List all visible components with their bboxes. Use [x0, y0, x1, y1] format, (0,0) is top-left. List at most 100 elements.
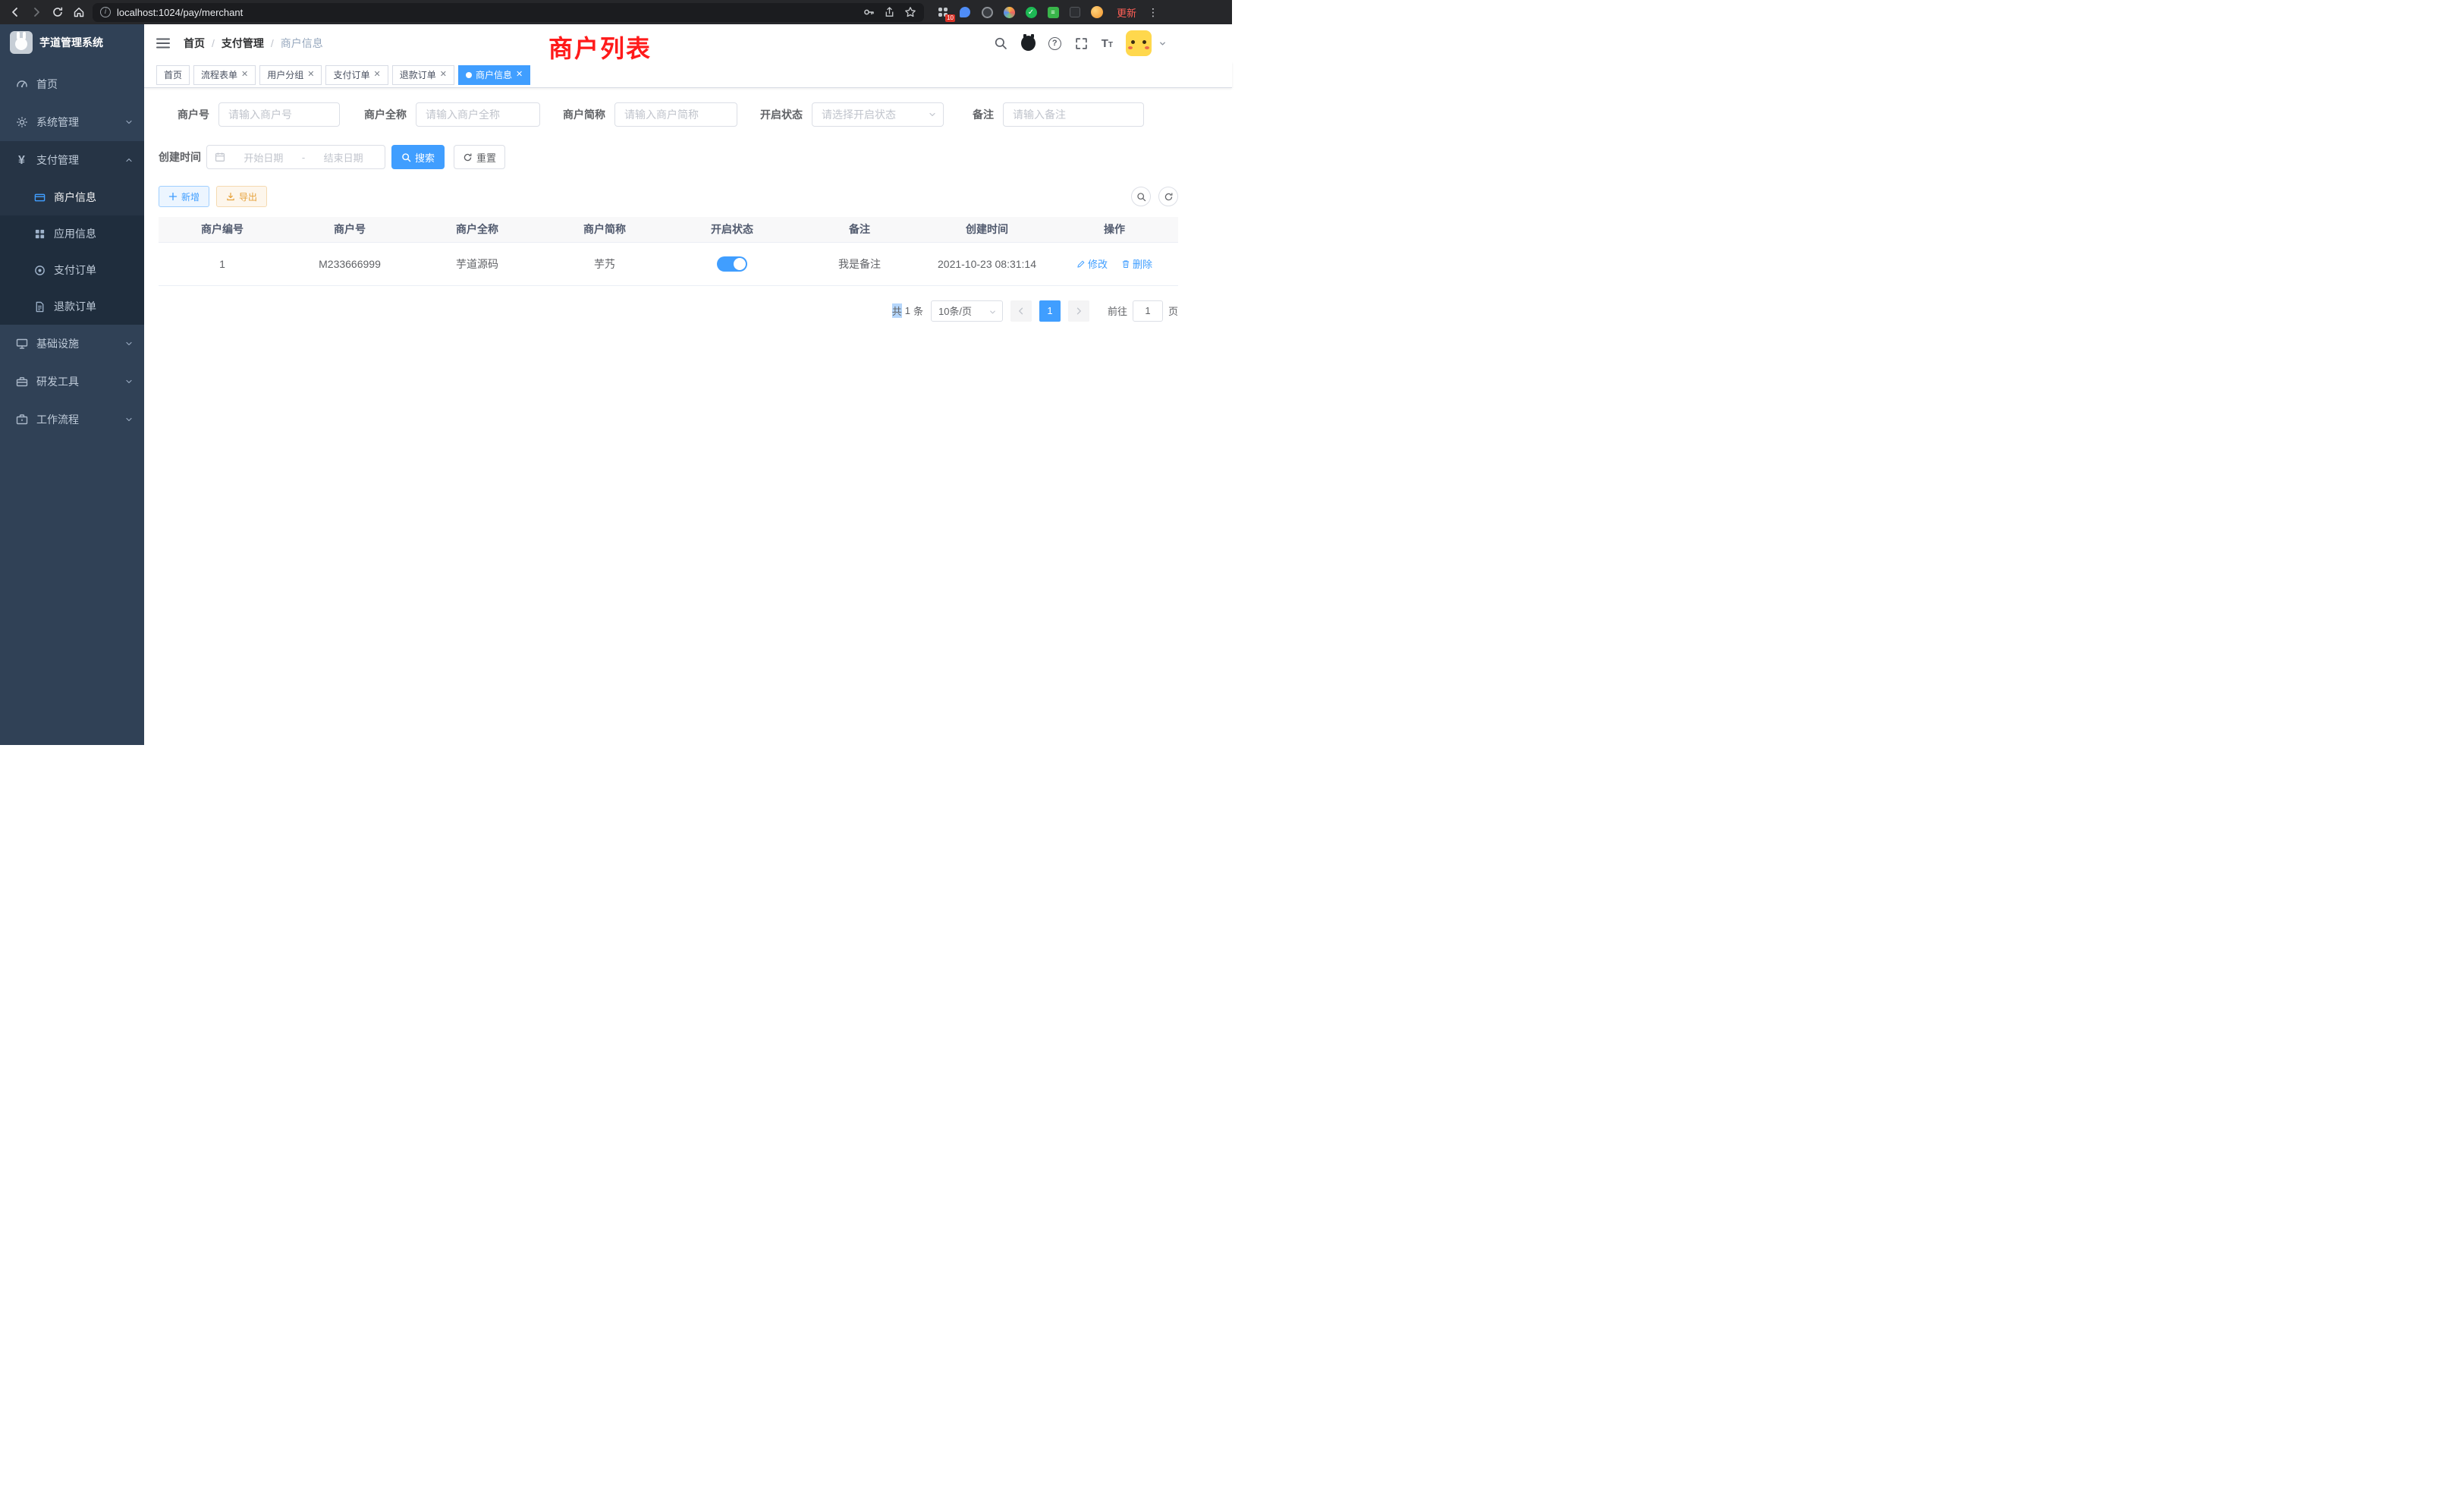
search-button[interactable]: 搜索: [391, 145, 445, 169]
yen-icon: ¥: [15, 154, 28, 167]
chevron-down-icon: [124, 339, 134, 348]
status-label: 开启状态: [759, 107, 803, 122]
extension-grid-icon[interactable]: 10: [936, 5, 950, 19]
sidebar-item-dev-tools[interactable]: 研发工具: [0, 363, 144, 401]
tab-refund-order[interactable]: 退款订单 ✕: [392, 65, 454, 85]
browser-forward-icon[interactable]: [29, 5, 44, 20]
sidebar-item-app-info[interactable]: 应用信息: [0, 215, 144, 252]
browser-menu-icon[interactable]: ⋮: [1148, 6, 1158, 19]
short-name-input[interactable]: [614, 102, 737, 127]
sidebar-item-workflow[interactable]: 工作流程: [0, 401, 144, 439]
breadcrumb-home[interactable]: 首页: [184, 36, 205, 51]
grid-icon: [33, 228, 46, 240]
close-icon[interactable]: ✕: [374, 71, 381, 79]
reset-button[interactable]: 重置: [454, 145, 505, 169]
add-button[interactable]: 新增: [159, 186, 209, 207]
password-key-icon[interactable]: [863, 6, 875, 18]
cell-merchant-id: 1: [159, 242, 286, 285]
avatar-caret-icon[interactable]: [1158, 39, 1167, 48]
current-page-button[interactable]: 1: [1039, 300, 1061, 322]
breadcrumb-pay[interactable]: 支付管理: [222, 36, 264, 51]
url-text[interactable]: localhost:1024/pay/merchant: [117, 7, 856, 18]
share-icon[interactable]: [884, 6, 895, 18]
create-time-range-picker[interactable]: 开始日期 - 结束日期: [206, 145, 385, 169]
browser-reload-icon[interactable]: [50, 5, 65, 20]
browser-home-icon[interactable]: [71, 5, 86, 20]
refresh-button[interactable]: [1158, 187, 1178, 206]
show-search-toggle-button[interactable]: [1131, 187, 1151, 206]
edit-button[interactable]: 修改: [1076, 256, 1108, 271]
sidebar-item-pay[interactable]: ¥ 支付管理: [0, 141, 144, 179]
close-icon[interactable]: ✕: [516, 71, 523, 79]
app-title: 芋道管理系统: [39, 35, 103, 50]
breadcrumb-separator: /: [212, 37, 215, 49]
prev-page-button[interactable]: [1010, 300, 1032, 322]
delete-button[interactable]: 删除: [1121, 256, 1152, 271]
extension-drop-icon[interactable]: [958, 5, 972, 19]
page-size-value: 10条/页: [938, 303, 972, 318]
extension-check-icon[interactable]: ✓: [1024, 5, 1038, 19]
tab-home[interactable]: 首页: [156, 65, 190, 85]
browser-update-button[interactable]: 更新: [1117, 5, 1136, 20]
user-avatar[interactable]: [1126, 30, 1152, 56]
remark-input[interactable]: [1003, 102, 1144, 127]
fullscreen-icon[interactable]: [1074, 36, 1089, 51]
close-icon[interactable]: ✕: [241, 71, 248, 79]
sidebar-item-refund-order[interactable]: 退款订单: [0, 288, 144, 325]
tab-label: 退款订单: [400, 68, 436, 81]
extension-ring-icon[interactable]: [980, 5, 994, 19]
tab-user-group[interactable]: 用户分组 ✕: [259, 65, 322, 85]
sidebar-item-system[interactable]: 系统管理: [0, 103, 144, 141]
close-icon[interactable]: ✕: [307, 71, 314, 79]
sidebar-item-infra[interactable]: 基础设施: [0, 325, 144, 363]
export-button[interactable]: 导出: [216, 186, 267, 207]
sidebar-item-label: 退款订单: [54, 299, 96, 314]
address-bar[interactable]: i localhost:1024/pay/merchant: [93, 3, 924, 22]
close-icon[interactable]: ✕: [440, 71, 447, 79]
tags-view-bar: 首页 流程表单 ✕ 用户分组 ✕ 支付订单 ✕ 退款订单 ✕ 商户信息 ✕: [144, 62, 1232, 88]
status-select[interactable]: [812, 102, 944, 127]
monitor-icon: [15, 338, 28, 350]
help-icon[interactable]: ?: [1048, 37, 1061, 50]
browser-back-icon[interactable]: [8, 5, 23, 20]
full-name-input[interactable]: [416, 102, 540, 127]
browser-profile-avatar[interactable]: [1090, 5, 1104, 19]
site-info-icon[interactable]: i: [100, 7, 111, 17]
remark-label: 备注: [965, 107, 994, 122]
cell-merchant-no: M233666999: [286, 242, 413, 285]
sidebar-item-label: 系统管理: [36, 115, 79, 130]
sidebar-item-label: 支付订单: [54, 262, 96, 278]
tab-process-form[interactable]: 流程表单 ✕: [193, 65, 256, 85]
sidebar-item-merchant-info[interactable]: 商户信息: [0, 179, 144, 215]
search-icon[interactable]: [994, 36, 1008, 51]
extension-green-square-icon[interactable]: ≡: [1046, 5, 1060, 19]
github-icon[interactable]: [1021, 36, 1036, 51]
goto-page-input[interactable]: [1133, 300, 1163, 322]
merchant-no-label: 商户号: [159, 107, 209, 122]
tab-label: 支付订单: [333, 68, 369, 81]
status-toggle[interactable]: [717, 256, 747, 272]
sidebar-item-home[interactable]: 首页: [0, 65, 144, 103]
tab-merchant-info[interactable]: 商户信息 ✕: [458, 65, 530, 85]
app-logo-row[interactable]: 芋道管理系统: [0, 24, 144, 61]
full-name-label: 商户全称: [361, 107, 407, 122]
next-page-button[interactable]: [1068, 300, 1089, 322]
col-create-time: 创建时间: [923, 217, 1051, 242]
font-size-icon[interactable]: TT: [1102, 37, 1113, 50]
page-size-select[interactable]: 10条/页: [931, 300, 1003, 322]
bookmark-star-icon[interactable]: [904, 6, 916, 18]
col-merchant-id: 商户编号: [159, 217, 286, 242]
extension-avatar-icon[interactable]: [1002, 5, 1016, 19]
cell-remark: 我是备注: [796, 242, 923, 285]
col-full-name: 商户全称: [413, 217, 541, 242]
filter-row-2: 创建时间 开始日期 - 结束日期 搜索 重置: [159, 145, 1178, 169]
tab-pay-order[interactable]: 支付订单 ✕: [325, 65, 388, 85]
merchant-no-input[interactable]: [218, 102, 340, 127]
sidebar-item-pay-order[interactable]: 支付订单: [0, 252, 144, 288]
extension-pin-icon[interactable]: [1068, 5, 1082, 19]
chevron-down-icon: [124, 118, 134, 127]
tab-label: 首页: [164, 68, 182, 81]
breadcrumb: 首页 / 支付管理 / 商户信息: [184, 36, 323, 51]
briefcase-icon: [15, 413, 28, 426]
sidebar-toggle-icon[interactable]: [155, 35, 171, 52]
